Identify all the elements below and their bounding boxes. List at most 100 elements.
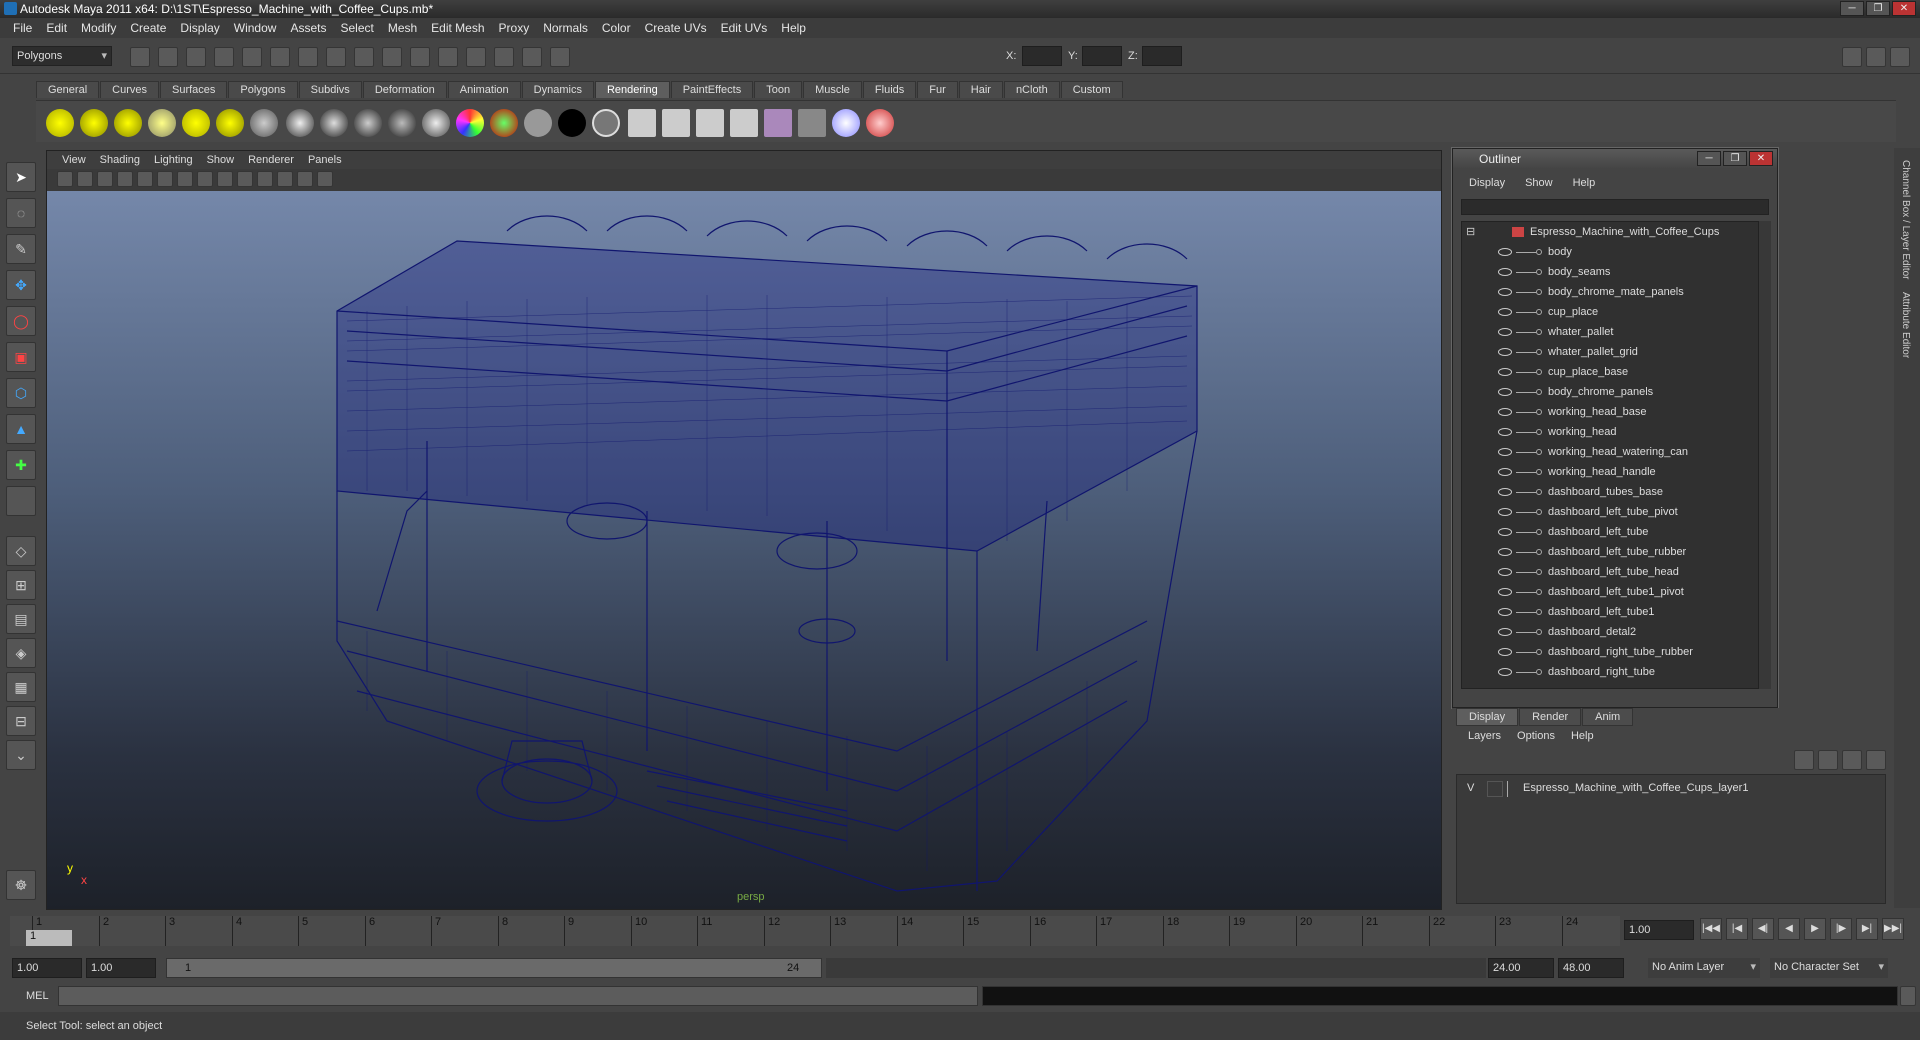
range-slider[interactable]: 1 24 <box>166 958 822 978</box>
ipr-icon[interactable] <box>466 47 486 67</box>
anim-layer-dropdown[interactable]: No Anim Layer <box>1648 958 1760 978</box>
outliner-item-row[interactable]: whater_pallet <box>1462 322 1758 342</box>
shelf-tab-toon[interactable]: Toon <box>754 81 803 98</box>
move-layer-up-icon[interactable] <box>1842 750 1862 770</box>
shelf-tab-custom[interactable]: Custom <box>1060 81 1123 98</box>
outliner-item-row[interactable]: cup_place <box>1462 302 1758 322</box>
show-manipulator-icon[interactable]: ✚ <box>6 450 36 480</box>
go-to-start-button[interactable]: |◀◀ <box>1700 918 1722 940</box>
outliner-item-row[interactable]: dashboard_left_tube_pivot <box>1462 502 1758 522</box>
snap-plane-icon[interactable] <box>382 47 402 67</box>
save-scene-icon[interactable] <box>186 47 206 67</box>
ambient-light-icon[interactable] <box>46 109 74 137</box>
mode-dropdown[interactable]: Polygons <box>12 46 112 66</box>
xray-icon[interactable] <box>297 171 313 187</box>
outliner-item-row[interactable]: dashboard_left_tube1 <box>1462 602 1758 622</box>
shelf-tab-dynamics[interactable]: Dynamics <box>521 81 594 98</box>
outliner-item-row[interactable]: body_chrome_panels <box>1462 382 1758 402</box>
rotate-tool-icon[interactable]: ◯ <box>6 306 36 336</box>
menu-edit-uvs[interactable]: Edit UVs <box>714 21 775 35</box>
paint-icon[interactable] <box>866 109 894 137</box>
four-view-layout-icon[interactable]: ⊞ <box>6 570 36 600</box>
outliner-root-row[interactable]: ⊟ Espresso_Machine_with_Coffee_Cups <box>1462 222 1758 242</box>
outliner-item-row[interactable]: dashboard_left_tube_head <box>1462 562 1758 582</box>
playback-end-field[interactable]: 24.00 <box>1488 958 1554 978</box>
anisotropic-icon[interactable] <box>422 109 450 137</box>
textured-icon[interactable] <box>237 171 253 187</box>
menu-display[interactable]: Display <box>173 21 226 35</box>
play-forwards-button[interactable]: ▶ <box>1804 918 1826 940</box>
shelf-tab-rendering[interactable]: Rendering <box>594 81 670 98</box>
outliner-item-row[interactable]: working_head_handle <box>1462 462 1758 482</box>
outliner-search-input[interactable] <box>1461 199 1769 215</box>
outliner-item-row[interactable]: dashboard_left_tube1_pivot <box>1462 582 1758 602</box>
lambert-icon[interactable] <box>320 109 348 137</box>
outliner-close-button[interactable]: ✕ <box>1749 151 1773 166</box>
shelf-tab-painteffects[interactable]: PaintEffects <box>670 81 754 98</box>
outliner-minimize-button[interactable]: ─ <box>1697 151 1721 166</box>
render-settings-icon[interactable] <box>250 109 278 137</box>
current-frame-field[interactable]: 1.00 <box>1624 920 1694 940</box>
close-button[interactable]: ✕ <box>1892 1 1916 16</box>
collapse-icon[interactable]: ⊟ <box>1466 222 1475 242</box>
layer-visibility-toggle[interactable]: V <box>1467 782 1474 794</box>
outliner-item-row[interactable]: body_seams <box>1462 262 1758 282</box>
layer-tab-anim[interactable]: Anim <box>1582 708 1634 726</box>
outliner-item-row[interactable]: working_head <box>1462 422 1758 442</box>
outliner-menu-display[interactable]: Display <box>1459 177 1515 189</box>
hypershade-icon[interactable] <box>764 109 792 137</box>
new-layer-from-selected-icon[interactable] <box>1818 750 1838 770</box>
animation-start-field[interactable]: 1.00 <box>12 958 82 978</box>
texture-icon[interactable] <box>832 109 860 137</box>
shadows-icon[interactable] <box>277 171 293 187</box>
render-settings-toggle-icon[interactable] <box>494 47 514 67</box>
z-field[interactable] <box>1142 46 1182 66</box>
point-light-icon[interactable] <box>114 109 142 137</box>
area-light-icon[interactable] <box>182 109 210 137</box>
outliner-maximize-button[interactable]: ❐ <box>1723 151 1747 166</box>
menu-help[interactable]: Help <box>774 21 813 35</box>
history-icon[interactable] <box>410 47 430 67</box>
mental-ray-icon[interactable]: ☸ <box>6 870 36 900</box>
outliner-item-row[interactable]: body_chrome_mate_panels <box>1462 282 1758 302</box>
spot-light-icon[interactable] <box>148 109 176 137</box>
snap-curve-icon[interactable] <box>326 47 346 67</box>
outliner-item-row[interactable]: dashboard_left_tube <box>1462 522 1758 542</box>
select-tool-icon[interactable]: ➤ <box>6 162 36 192</box>
outliner-item-row[interactable]: body <box>1462 242 1758 262</box>
paint-select-tool-icon[interactable]: ✎ <box>6 234 36 264</box>
layer-menu-options[interactable]: Options <box>1509 730 1563 742</box>
outliner-item-row[interactable]: cup_place_base <box>1462 362 1758 382</box>
use-background-icon[interactable] <box>558 109 586 137</box>
viewport-menu-renderer[interactable]: Renderer <box>241 154 301 166</box>
directional-light-icon[interactable] <box>80 109 108 137</box>
maximize-button[interactable]: ❐ <box>1866 1 1890 16</box>
shelf-tab-ncloth[interactable]: nCloth <box>1003 81 1060 98</box>
menu-create[interactable]: Create <box>123 21 173 35</box>
playback-start-field[interactable]: 1.00 <box>86 958 156 978</box>
render-view-icon[interactable] <box>628 109 656 137</box>
render-current-frame-icon[interactable] <box>438 47 458 67</box>
film-gate-icon[interactable] <box>157 171 173 187</box>
layer-tab-render[interactable]: Render <box>1519 708 1582 726</box>
menu-mesh[interactable]: Mesh <box>381 21 424 35</box>
phong-e-icon[interactable] <box>388 109 416 137</box>
minimize-button[interactable]: ─ <box>1840 1 1864 16</box>
outliner-menu-show[interactable]: Show <box>1515 177 1563 189</box>
move-tool-icon[interactable]: ✥ <box>6 270 36 300</box>
smooth-shade-icon[interactable] <box>217 171 233 187</box>
move-layer-down-icon[interactable] <box>1866 750 1886 770</box>
persp-graph-editor-layout-icon[interactable]: ⊟ <box>6 706 36 736</box>
viewport-menu-lighting[interactable]: Lighting <box>147 154 200 166</box>
new-empty-layer-icon[interactable] <box>1794 750 1814 770</box>
menu-color[interactable]: Color <box>595 21 638 35</box>
viewport-menu-view[interactable]: View <box>55 154 93 166</box>
light-linking-icon[interactable] <box>798 109 826 137</box>
lasso-tool-icon[interactable]: ◌ <box>6 198 36 228</box>
menu-normals[interactable]: Normals <box>536 21 595 35</box>
camera-attributes-icon[interactable] <box>77 171 93 187</box>
layered-shader-icon[interactable] <box>592 109 620 137</box>
render-current-icon[interactable] <box>662 109 690 137</box>
command-input[interactable] <box>58 986 978 1006</box>
shelf-tab-curves[interactable]: Curves <box>100 81 159 98</box>
